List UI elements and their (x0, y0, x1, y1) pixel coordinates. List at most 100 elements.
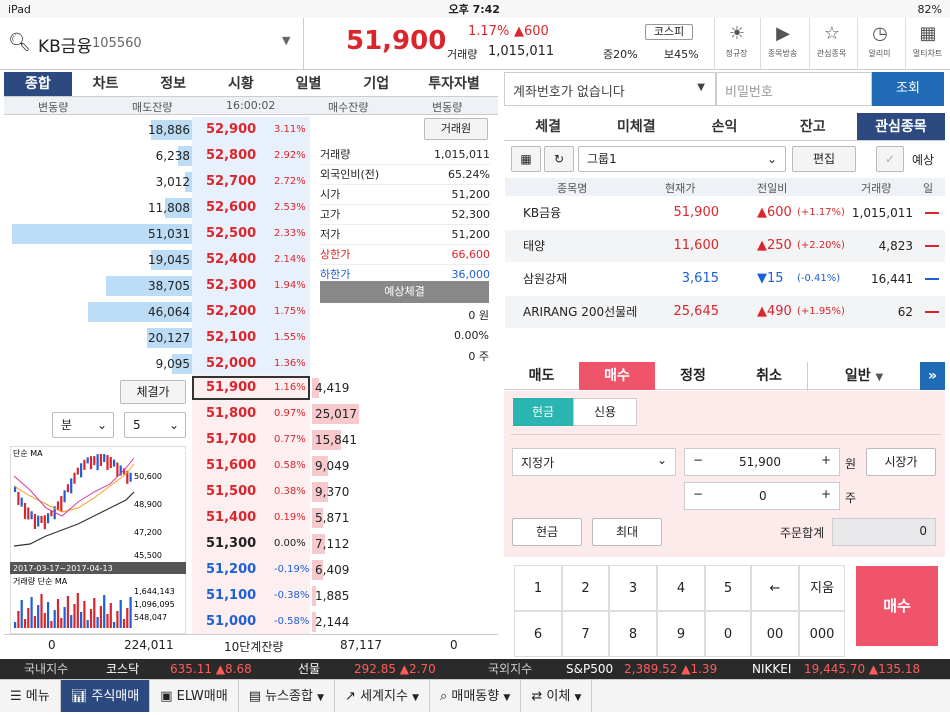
regular-market-button[interactable]: ☀ 정규장 (714, 18, 758, 70)
account-select[interactable]: 계좌번호가 없습니다 ▼ (504, 72, 716, 106)
key-2[interactable]: 2 (562, 565, 609, 611)
multichart-button[interactable]: ▦ 멀티차트 (905, 18, 949, 70)
stock-name[interactable]: KB금융 (38, 32, 92, 57)
tab-pnl[interactable]: 손익 (680, 113, 768, 140)
price-kind-select[interactable]: 지정가 ⌄ (512, 448, 676, 476)
max-button[interactable]: 최대 (592, 518, 662, 546)
tab-summary[interactable]: 종합 (4, 72, 72, 96)
sell-price[interactable]: 52,700 (206, 169, 256, 195)
cash-toggle[interactable]: 현금 (513, 398, 573, 426)
key-1[interactable]: 1 (514, 565, 562, 611)
price-input[interactable]: 51,900 (739, 455, 781, 469)
market-badge[interactable]: 코스피 (645, 24, 693, 40)
minus-icon[interactable]: − (693, 453, 703, 467)
tab-watchlist[interactable]: 관심종목 (856, 113, 946, 140)
key-000[interactable]: 000 (799, 611, 845, 657)
sell-price[interactable]: 52,500 (206, 221, 256, 247)
key-00[interactable]: 00 (751, 611, 799, 657)
sell-price[interactable]: 52,200 (206, 299, 256, 325)
buy-price[interactable]: 51,800 (206, 401, 256, 427)
sell-price[interactable]: 52,100 (206, 325, 256, 351)
fill-price-button[interactable]: 체결가 (120, 380, 186, 404)
key-9[interactable]: 9 (657, 611, 705, 657)
tab-company[interactable]: 기업 (342, 72, 410, 96)
buy-price[interactable]: 51,100 (206, 583, 256, 609)
buy-price[interactable]: 51,600 (206, 453, 256, 479)
edit-button[interactable]: 편집 (792, 146, 856, 172)
sell-price[interactable]: 52,600 (206, 195, 256, 221)
password-input[interactable]: 비밀번호 (716, 72, 872, 106)
tab-balance[interactable]: 잔고 (769, 113, 857, 140)
tab-fills[interactable]: 체결 (504, 113, 592, 140)
buy-price[interactable]: 51,500 (206, 479, 256, 505)
key-5[interactable]: 5 (705, 565, 751, 611)
tab-investor[interactable]: 투자자별 (410, 72, 498, 96)
market-price-button[interactable]: 시장가 (866, 448, 936, 476)
key-clear[interactable]: 지움 (799, 565, 845, 611)
qty-input[interactable]: 0 (759, 489, 767, 503)
nav-news[interactable]: ▤ 뉴스종합 ▼ (239, 680, 336, 712)
collapse-icon[interactable]: » (920, 362, 945, 390)
group-select[interactable]: 그룹1 ⌄ (578, 146, 786, 172)
cash-amount-button[interactable]: 현금 (512, 518, 582, 546)
key-7[interactable]: 7 (562, 611, 609, 657)
tab-buy[interactable]: 매수 (579, 362, 655, 390)
grid-view-icon[interactable]: ▦ (511, 146, 541, 172)
sell-row[interactable]: 18,886 52,900 3.11% (6, 117, 496, 143)
tab-market[interactable]: 시황 (207, 72, 275, 96)
credit-toggle[interactable]: 신용 (573, 398, 637, 426)
tab-daily[interactable]: 일별 (275, 72, 343, 96)
alarm-button[interactable]: ◷ 알리미 (857, 18, 901, 70)
price-stepper[interactable]: − 51,900 + (684, 448, 840, 476)
qty-stepper[interactable]: − 0 + (684, 482, 840, 510)
nav-world-index[interactable]: ↗ 세계지수 ▼ (335, 680, 430, 712)
nav-trade-trend[interactable]: ⌕ 매매동향 ▼ (430, 680, 522, 712)
watchlist-button[interactable]: ☆ 관심종목 (809, 18, 853, 70)
key-6[interactable]: 6 (514, 611, 562, 657)
watchlist-row[interactable]: 태양 11,600 ▲250 (+2.20%) 4,823 (505, 230, 945, 262)
chevron-down-icon[interactable]: ▼ (282, 34, 290, 47)
tab-modify[interactable]: 정정 (655, 362, 731, 390)
minus-icon[interactable]: − (693, 487, 703, 501)
watchlist-row[interactable]: 삼원강재 3,615 ▼15 (-0.41%) 16,441 (505, 263, 945, 295)
order-type-select[interactable]: 일반 ▼ (807, 362, 920, 392)
key-8[interactable]: 8 (609, 611, 657, 657)
search-icon[interactable]: 🔍︎ (8, 32, 31, 53)
sell-price[interactable]: 52,800 (206, 143, 256, 169)
sell-price[interactable]: 52,300 (206, 273, 256, 299)
buy-price[interactable]: 51,300 (206, 531, 256, 557)
nav-transfer[interactable]: ⇄ 이체 ▼ (521, 680, 593, 712)
tab-unfilled[interactable]: 미체결 (592, 113, 680, 140)
nav-stock-trade[interactable]: 📊︎ 주식매매 (60, 680, 151, 712)
buy-price[interactable]: 51,000 (206, 609, 256, 635)
interval-select[interactable]: 5 ⌄ (124, 412, 186, 438)
refresh-icon[interactable]: ↻ (544, 146, 574, 172)
tab-cancel[interactable]: 취소 (731, 362, 807, 390)
key-backspace[interactable]: ← (751, 565, 799, 611)
key-4[interactable]: 4 (657, 565, 705, 611)
buy-submit-button[interactable]: 매수 (856, 566, 938, 646)
watchlist-row[interactable]: KB금융 51,900 ▲600 (+1.17%) 1,015,011 (505, 197, 945, 229)
stock-broadcast-button[interactable]: ▶ 종목방송 (760, 18, 804, 70)
key-0[interactable]: 0 (705, 611, 751, 657)
broker-button[interactable]: 거래원 (424, 118, 488, 140)
nav-menu[interactable]: ☰ 메뉴 (0, 680, 61, 712)
query-button[interactable]: 조회 (872, 72, 944, 106)
key-3[interactable]: 3 (609, 565, 657, 611)
tab-sell[interactable]: 매도 (504, 362, 579, 390)
tab-chart[interactable]: 차트 (72, 72, 140, 96)
buy-price[interactable]: 51,700 (206, 427, 256, 453)
check-icon[interactable]: ✓ (876, 146, 904, 172)
watchlist-row[interactable]: ARIRANG 200선물레 25,645 ▲490 (+1.95%) 62 (505, 296, 945, 328)
period-select[interactable]: 분 ⌄ (52, 412, 114, 438)
nav-elw-trade[interactable]: ▣ ELW매매 (150, 680, 239, 712)
buy-price[interactable]: 51,400 (206, 505, 256, 531)
plus-icon[interactable]: + (821, 453, 831, 467)
sell-price[interactable]: 52,000 (206, 351, 256, 377)
buy-price[interactable]: 51,200 (206, 557, 256, 583)
sell-price[interactable]: 52,900 (206, 117, 256, 143)
mini-price-chart[interactable]: 단순 MA 52,300 50,600 48,900 47,200 45,500… (10, 446, 186, 634)
tab-info[interactable]: 정보 (139, 72, 207, 96)
sell-price[interactable]: 52,400 (206, 247, 256, 273)
plus-icon[interactable]: + (821, 487, 831, 501)
